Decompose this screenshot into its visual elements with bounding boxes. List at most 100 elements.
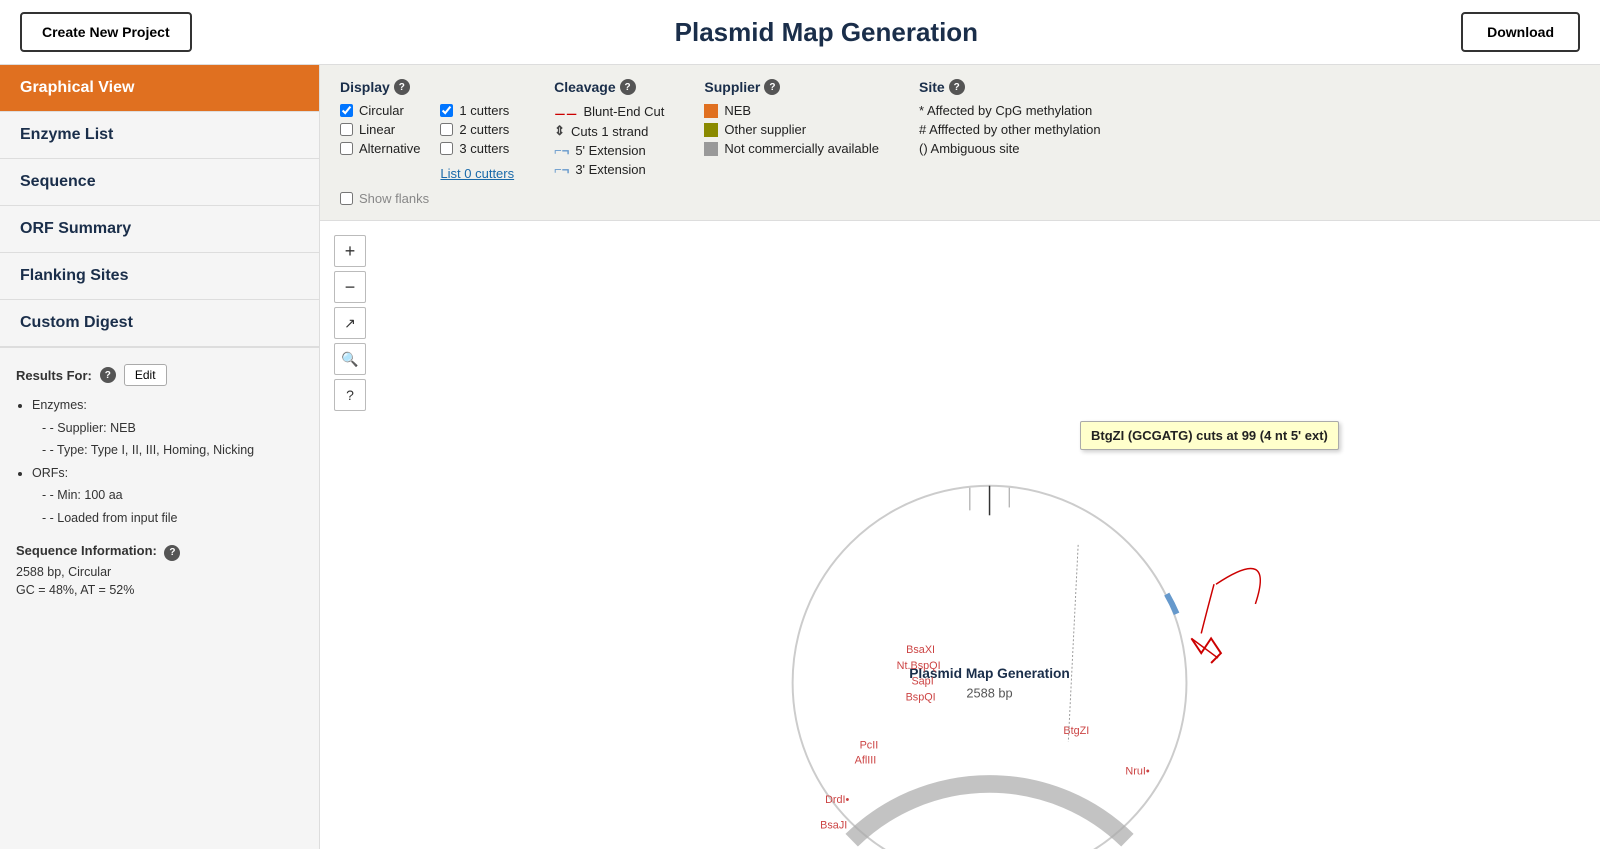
shape-col: Circular Linear Alternative: [340, 103, 420, 181]
controls-panel: Display ? Circular Linear: [320, 65, 1600, 221]
linear-checkbox-item[interactable]: Linear: [340, 122, 420, 137]
cleavage-title: Cleavage ?: [554, 79, 664, 95]
map-controls: + − ↗ 🔍 ?: [334, 235, 366, 411]
enzyme-nrui[interactable]: NruI•: [1125, 765, 1149, 777]
enzyme-afliii[interactable]: AflIII: [855, 754, 877, 766]
zoom-in-button[interactable]: +: [334, 235, 366, 267]
enzyme-sapi[interactable]: SapI: [911, 676, 933, 688]
enzyme-ntbspqi[interactable]: Nt.BspQI: [897, 660, 941, 672]
page-title: Plasmid Map Generation: [192, 17, 1462, 48]
display-help-icon[interactable]: ?: [394, 79, 410, 95]
site-items: * Affected by CpG methylation # Afffecte…: [919, 103, 1101, 156]
enzyme-bspqi[interactable]: BspQI: [906, 691, 936, 703]
cuts1-strand-item: ⇕ Cuts 1 strand: [554, 123, 664, 139]
2cutters-checkbox-item[interactable]: 2 cutters: [440, 122, 514, 137]
tooltip-text: BtgZI (GCGATG) cuts at 99 (4 nt 5' ext): [1091, 428, 1328, 443]
blunt-end-icon: ⚊⚊: [554, 103, 577, 119]
plasmid-map-svg: Plasmid Map Generation 2588 bp BsaXI Nt.…: [320, 221, 1600, 849]
zoom-out-button[interactable]: −: [334, 271, 366, 303]
sidebar-item-sequence[interactable]: Sequence: [0, 159, 319, 206]
enzyme-tooltip: BtgZI (GCGATG) cuts at 99 (4 nt 5' ext): [1080, 421, 1339, 450]
enzyme-drdi[interactable]: DrdI•: [825, 794, 849, 806]
site-title: Site ?: [919, 79, 1101, 95]
sidebar-nav: Graphical View Enzyme List Sequence ORF …: [0, 65, 319, 348]
site-help-icon[interactable]: ?: [949, 79, 965, 95]
supplier-title: Supplier ?: [704, 79, 879, 95]
not-available-item: Not commercially available: [704, 141, 879, 156]
create-new-project-button[interactable]: Create New Project: [20, 12, 192, 52]
show-flanks: Show flanks: [340, 191, 1580, 206]
not-available-dot: [704, 142, 718, 156]
cleavage-items: ⚊⚊ Blunt-End Cut ⇕ Cuts 1 strand ⌐¬ 5' E…: [554, 103, 664, 177]
3cutters-checkbox[interactable]: [440, 142, 453, 155]
blunt-end-item: ⚊⚊ Blunt-End Cut: [554, 103, 664, 119]
enzyme-btgzi[interactable]: BtgZI: [1063, 725, 1089, 737]
display-items: Circular Linear Alternative: [340, 103, 514, 181]
linear-checkbox[interactable]: [340, 123, 353, 136]
help-button[interactable]: ?: [334, 379, 366, 411]
sequence-information: Sequence Information: ? 2588 bp, Circula…: [16, 543, 303, 597]
download-button[interactable]: Download: [1461, 12, 1580, 52]
list-0-cutters-link[interactable]: List 0 cutters: [440, 166, 514, 181]
2cutters-checkbox[interactable]: [440, 123, 453, 136]
enzymes-sublist: - Supplier: NEB - Type: Type I, II, III,…: [32, 417, 303, 462]
orfs-sublist: - Min: 100 aa - Loaded from input file: [32, 484, 303, 529]
loaded-item: - Loaded from input file: [42, 507, 303, 530]
map-center-bp: 2588 bp: [966, 685, 1012, 700]
content-area: Display ? Circular Linear: [320, 65, 1600, 849]
display-group: Display ? Circular Linear: [340, 79, 514, 181]
results-for-label: Results For:: [16, 368, 92, 383]
cutters-col: 1 cutters 2 cutters 3 cutters List 0 cut…: [440, 103, 514, 181]
1cutters-checkbox-item[interactable]: 1 cutters: [440, 103, 514, 118]
neb-dot: [704, 104, 718, 118]
1cutters-checkbox[interactable]: [440, 104, 453, 117]
seq-info-help-icon[interactable]: ?: [164, 545, 180, 561]
neb-item: NEB: [704, 103, 879, 118]
site-group: Site ? * Affected by CpG methylation # A…: [919, 79, 1101, 181]
cpg-methylation-item: * Affected by CpG methylation: [919, 103, 1101, 118]
enzymes-item: Enzymes: - Supplier: NEB - Type: Type I,…: [32, 394, 303, 462]
ext3-item: ⌐¬ 3' Extension: [554, 162, 664, 177]
sidebar: Graphical View Enzyme List Sequence ORF …: [0, 65, 320, 849]
other-supplier-dot: [704, 123, 718, 137]
controls-row: Display ? Circular Linear: [340, 79, 1580, 181]
enzyme-pcii[interactable]: PcII: [860, 740, 879, 752]
other-methylation-item: # Afffected by other methylation: [919, 122, 1101, 137]
other-supplier-item: Other supplier: [704, 122, 879, 137]
seq-info-title: Sequence Information: ?: [16, 543, 180, 558]
ext3-icon: ⌐¬: [554, 162, 569, 177]
alternative-checkbox-item[interactable]: Alternative: [340, 141, 420, 156]
min-item: - Min: 100 aa: [42, 484, 303, 507]
search-button[interactable]: 🔍: [334, 343, 366, 375]
orfs-item: ORFs: - Min: 100 aa - Loaded from input …: [32, 462, 303, 530]
cuts1-strand-icon: ⇕: [554, 123, 565, 139]
expand-button[interactable]: ↗: [334, 307, 366, 339]
sidebar-info: Results For: ? Edit Enzymes: - Supplier:…: [0, 348, 319, 613]
enzyme-bsaxi[interactable]: BsaXI: [906, 644, 935, 656]
sidebar-item-orf-summary[interactable]: ORF Summary: [0, 206, 319, 253]
info-list: Enzymes: - Supplier: NEB - Type: Type I,…: [16, 394, 303, 529]
circular-checkbox[interactable]: [340, 104, 353, 117]
supplier-item: - Supplier: NEB: [42, 417, 303, 440]
sidebar-item-flanking-sites[interactable]: Flanking Sites: [0, 253, 319, 300]
type-item: - Type: Type I, II, III, Homing, Nicking: [42, 439, 303, 462]
show-flanks-checkbox[interactable]: [340, 192, 353, 205]
ext5-icon: ⌐¬: [554, 143, 569, 158]
map-area: + − ↗ 🔍 ? Plasmid Map Generation 2588 bp: [320, 221, 1600, 849]
sidebar-item-graphical-view[interactable]: Graphical View: [0, 65, 319, 112]
enzyme-bsaji[interactable]: BsaJI: [820, 819, 847, 831]
supplier-items: NEB Other supplier Not commercially avai…: [704, 103, 879, 156]
cleavage-help-icon[interactable]: ?: [620, 79, 636, 95]
display-title: Display ?: [340, 79, 514, 95]
supplier-help-icon[interactable]: ?: [764, 79, 780, 95]
3cutters-checkbox-item[interactable]: 3 cutters: [440, 141, 514, 156]
seq-gc: GC = 48%, AT = 52%: [16, 583, 303, 597]
edit-button[interactable]: Edit: [124, 364, 167, 386]
results-help-icon[interactable]: ?: [100, 367, 116, 383]
sidebar-item-enzyme-list[interactable]: Enzyme List: [0, 112, 319, 159]
supplier-group: Supplier ? NEB Other supplier: [704, 79, 879, 181]
circular-checkbox-item[interactable]: Circular: [340, 103, 420, 118]
main-layout: Graphical View Enzyme List Sequence ORF …: [0, 65, 1600, 849]
alternative-checkbox[interactable]: [340, 142, 353, 155]
sidebar-item-custom-digest[interactable]: Custom Digest: [0, 300, 319, 347]
